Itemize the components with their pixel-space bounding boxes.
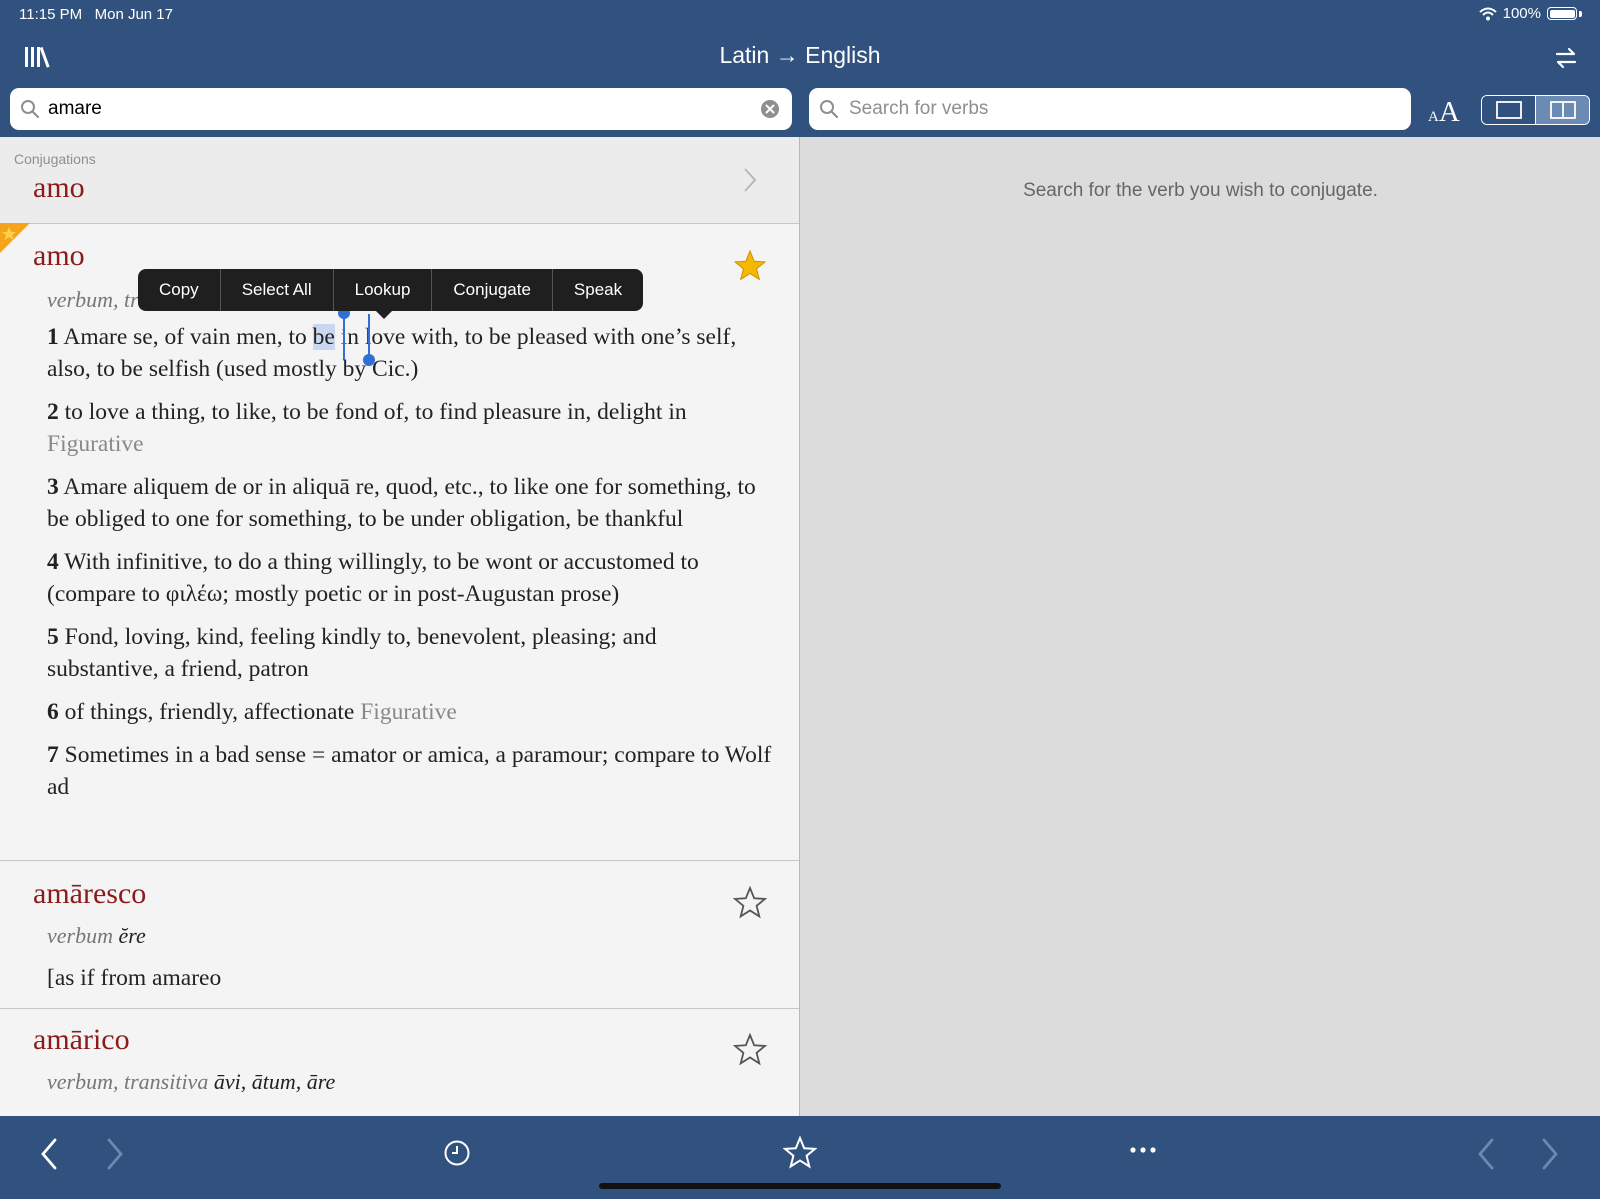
single-pane-icon xyxy=(1495,101,1522,119)
star-icon[interactable] xyxy=(733,1033,767,1067)
history-icon[interactable] xyxy=(443,1139,471,1167)
status-time: 11:15 PM Mon Jun 17 xyxy=(19,6,173,23)
dictionary-entry[interactable]: amārico verbum, transitiva āvi, ātum, ār… xyxy=(0,1009,799,1116)
layout-toggle[interactable] xyxy=(1481,95,1590,125)
conjugations-row[interactable]: Conjugations amo xyxy=(0,137,799,224)
sense-5: 5 Fond, loving, kind, feeling kindly to,… xyxy=(47,624,657,682)
forward-icon[interactable] xyxy=(106,1138,124,1170)
sense-2: 2 to love a thing, to like, to be fond o… xyxy=(47,399,687,457)
entry-body: [as if from amareo xyxy=(47,965,222,991)
dictionary-entry[interactable]: amāresco verbum ĕre [as if from amareo xyxy=(0,861,799,1009)
search-icon xyxy=(21,100,40,119)
sense-7: 7 Sometimes in a bad sense = amator or a… xyxy=(47,742,772,800)
status-indicators: 100% xyxy=(1478,5,1582,22)
battery-percent: 100% xyxy=(1502,5,1541,22)
home-indicator xyxy=(599,1183,1001,1189)
sense-3: 3 Amare aliquem de or in aliquā re, quod… xyxy=(47,474,756,532)
menu-conjugate[interactable]: Conjugate xyxy=(432,269,553,311)
verb-search-input[interactable] xyxy=(847,97,1411,121)
verb-search-field[interactable] xyxy=(809,88,1411,130)
split-pane-icon xyxy=(1549,101,1576,119)
senses-list: 1 Amare se, of vain men, to be in love w… xyxy=(47,321,772,814)
menu-select-all[interactable]: Select All xyxy=(221,269,334,311)
swap-languages-icon[interactable] xyxy=(1554,46,1578,70)
star-icon[interactable] xyxy=(733,886,767,920)
single-pane-button[interactable] xyxy=(1482,96,1536,124)
favorites-icon[interactable] xyxy=(783,1136,817,1170)
wifi-icon xyxy=(1478,7,1497,20)
menu-pointer xyxy=(375,310,393,319)
entry-grammar: verbum ĕre xyxy=(47,923,146,948)
search-icon xyxy=(820,100,839,119)
bookmark-corner-icon xyxy=(0,223,30,253)
conjugations-label: Conjugations xyxy=(14,151,96,167)
search-query[interactable]: amare xyxy=(48,98,760,120)
menu-copy[interactable]: Copy xyxy=(138,269,221,311)
selected-text[interactable]: be xyxy=(312,324,335,350)
clear-icon[interactable] xyxy=(760,99,780,119)
entry-headword: amārico xyxy=(33,1023,130,1056)
selection-end-knob[interactable] xyxy=(363,354,375,366)
chevron-right-icon xyxy=(744,168,757,192)
navigation-bar: 11:15 PM Mon Jun 17 100% Latin → English… xyxy=(0,0,1600,137)
font-size-button[interactable]: AA xyxy=(1428,96,1460,129)
dictionary-entry[interactable]: amo verbum, tr 1 Amare se, of vain men, … xyxy=(0,223,799,861)
star-icon[interactable] xyxy=(733,249,767,283)
battery-icon xyxy=(1547,7,1577,20)
forward-icon[interactable] xyxy=(1541,1138,1559,1170)
entry-headword: amo xyxy=(33,239,85,272)
selection-end-handle[interactable] xyxy=(368,314,370,358)
text-context-menu: Copy Select All Lookup Conjugate Speak xyxy=(138,269,644,311)
entry-grammar: verbum, tr xyxy=(47,287,139,312)
sense-1: 1 Amare se, of vain men, to be in love w… xyxy=(47,324,737,382)
selection-start-handle[interactable] xyxy=(343,314,345,360)
more-icon[interactable] xyxy=(1130,1146,1156,1154)
back-icon[interactable] xyxy=(40,1138,58,1170)
entry-headword: amāresco xyxy=(33,877,147,910)
split-pane-button[interactable] xyxy=(1536,96,1589,124)
page-title: Latin → English xyxy=(719,42,881,68)
entry-grammar: verbum, transitiva āvi, ātum, āre xyxy=(47,1069,336,1094)
back-icon[interactable] xyxy=(1477,1138,1495,1170)
menu-lookup[interactable]: Lookup xyxy=(334,269,433,311)
dictionary-search-input[interactable]: amare xyxy=(10,88,792,130)
conjugations-word: amo xyxy=(33,171,85,204)
menu-speak[interactable]: Speak xyxy=(553,269,643,311)
sense-4: 4 With infinitive, to do a thing willing… xyxy=(47,549,699,607)
sense-6: 6 of things, friendly, affectionate Figu… xyxy=(47,699,457,725)
conjugation-placeholder: Search for the verb you wish to conjugat… xyxy=(1023,180,1378,201)
